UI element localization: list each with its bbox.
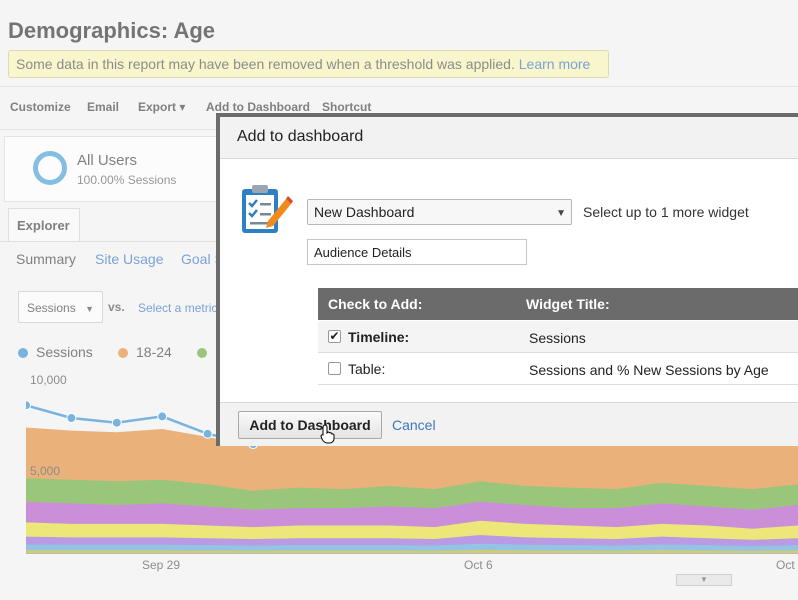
widget-title: Sessions [529, 330, 586, 346]
widget-limit-hint: Select up to 1 more widget [583, 204, 749, 220]
widget-title: Sessions and % New Sessions by Age [529, 362, 769, 378]
cancel-button[interactable]: Cancel [392, 417, 436, 433]
table-row: ✔ Timeline: Sessions [318, 321, 798, 353]
dialog-footer: Add to Dashboard Cancel [220, 402, 798, 446]
dashboard-name-input[interactable] [307, 239, 527, 265]
widget-table-header: Check to Add: Widget Title: [318, 288, 798, 320]
dialog-title: Add to dashboard [220, 117, 798, 159]
add-to-dashboard-dialog: Add to dashboard New Dashboard ▼ Select … [216, 113, 798, 446]
widget-type-label: Table: [348, 361, 386, 377]
col-check-header: Check to Add: [328, 296, 423, 312]
widget-type-label: Timeline: [348, 329, 410, 345]
table-row: Table: Sessions and % New Sessions by Ag… [318, 353, 798, 385]
dashboard-select[interactable]: New Dashboard ▼ [307, 199, 572, 225]
col-title-header: Widget Title: [526, 296, 610, 312]
table-checkbox[interactable] [328, 362, 341, 375]
add-to-dashboard-button[interactable]: Add to Dashboard [238, 411, 382, 439]
dashboard-select-value: New Dashboard [314, 204, 415, 220]
clipboard-checklist-icon [242, 185, 293, 233]
timeline-checkbox[interactable]: ✔ [328, 330, 341, 343]
hand-cursor-icon [320, 424, 335, 444]
chevron-down-icon: ▼ [556, 208, 566, 219]
